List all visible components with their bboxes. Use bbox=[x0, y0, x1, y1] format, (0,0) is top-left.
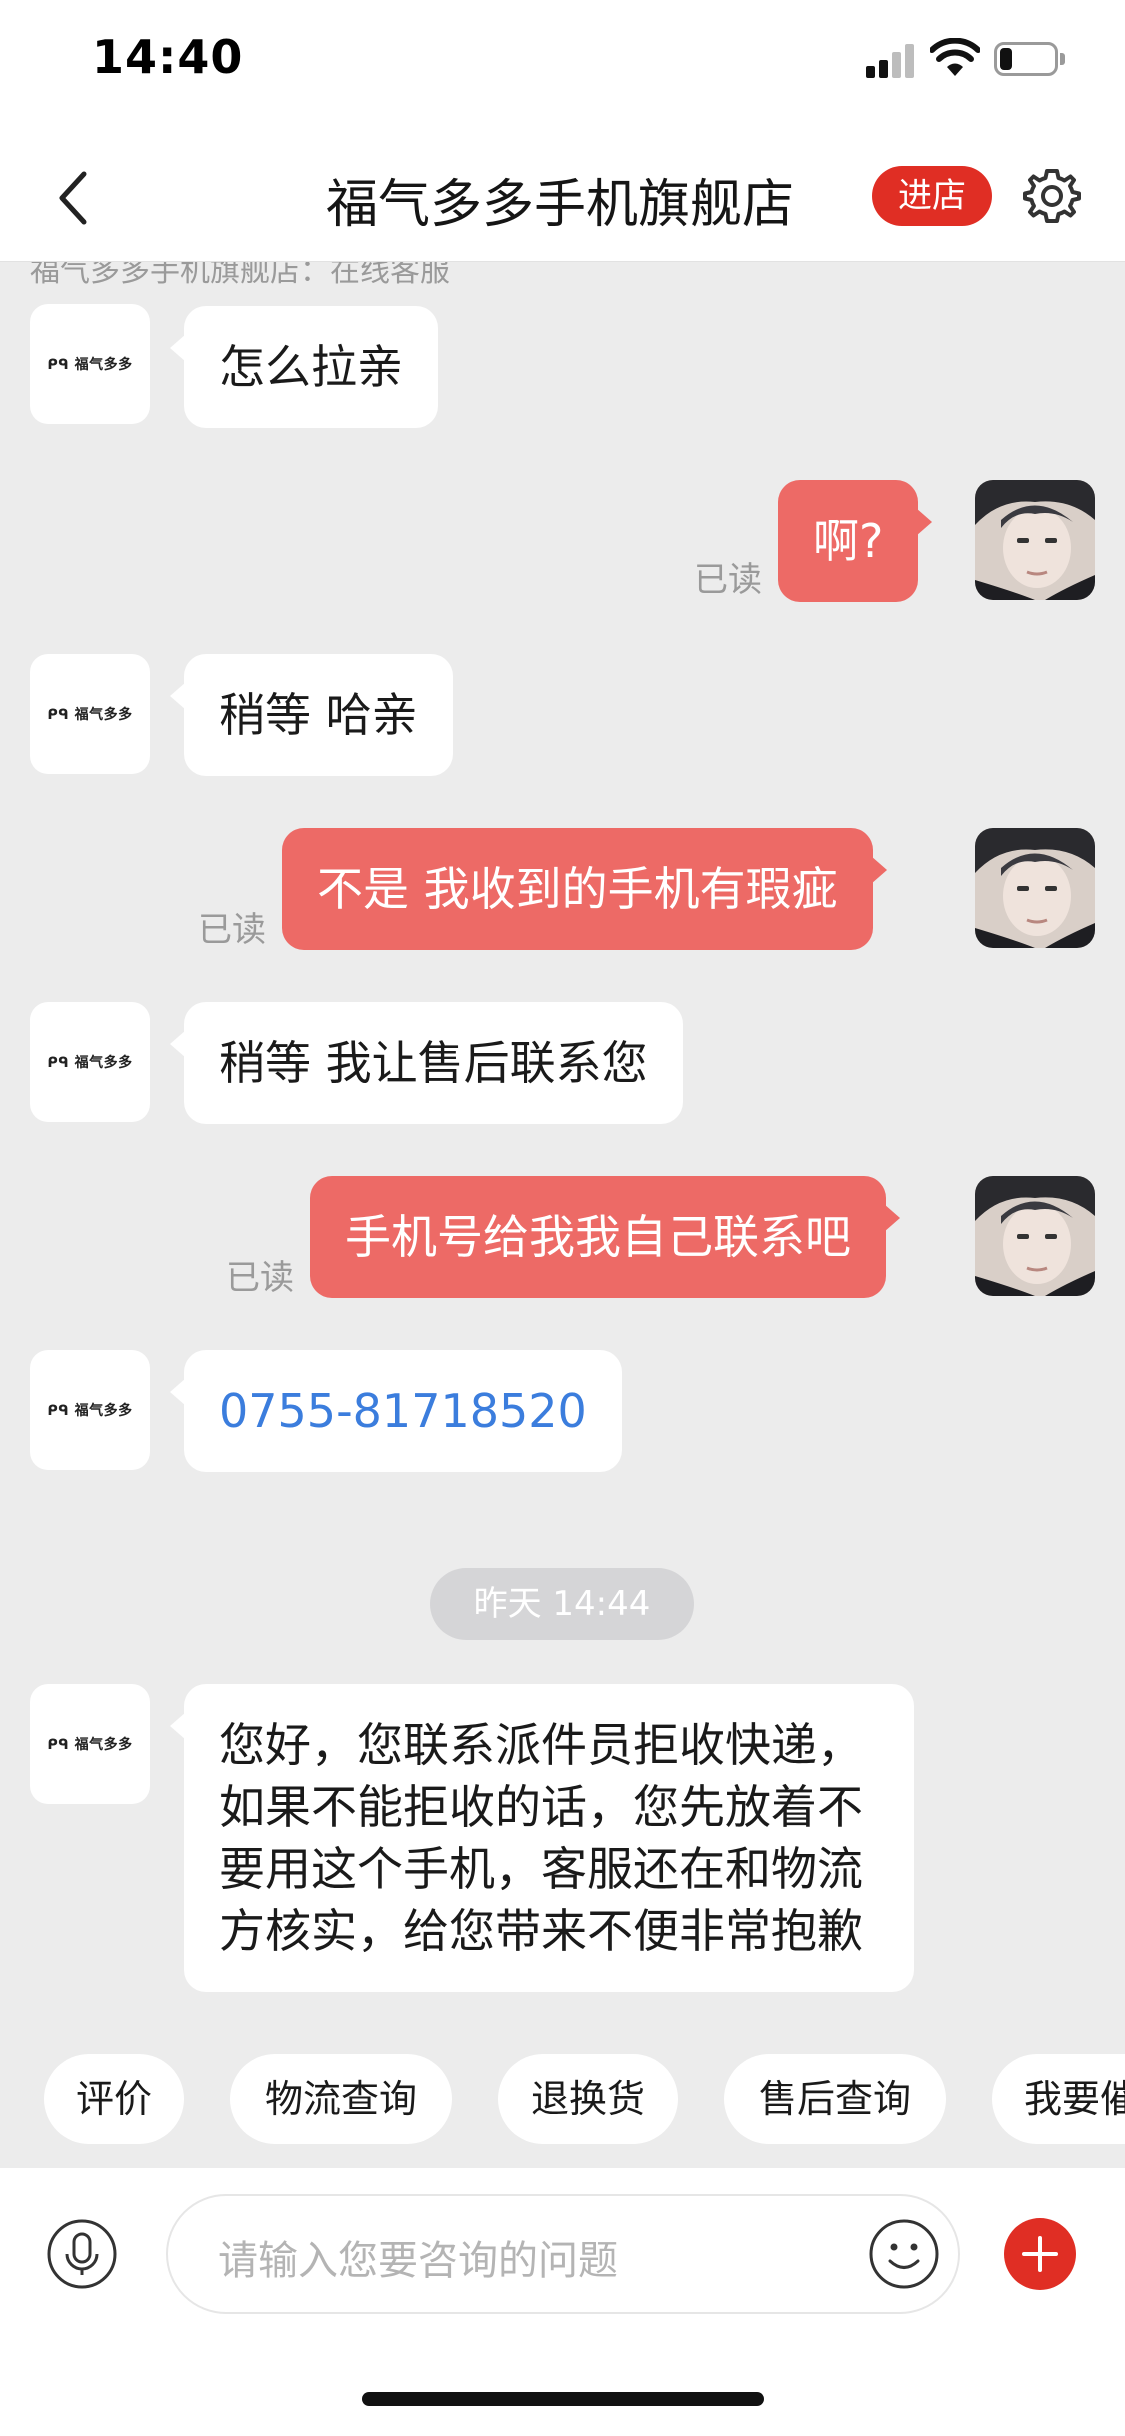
home-indicator bbox=[362, 2392, 764, 2406]
shop-name-caption: 福气多多手机旗舰店：在线客服 bbox=[30, 262, 450, 289]
message-bubble-incoming[interactable]: 稍等 哈亲 bbox=[170, 654, 453, 776]
status-time: 14:40 bbox=[92, 30, 244, 84]
gear-icon[interactable] bbox=[1020, 164, 1084, 228]
microphone-icon[interactable] bbox=[46, 2218, 118, 2290]
smiley-icon[interactable] bbox=[868, 2218, 940, 2290]
shop-avatar[interactable]: ᑭᑫ 福气多多 bbox=[30, 1684, 150, 1804]
page-title: 福气多多手机旗舰店 bbox=[325, 175, 794, 235]
shop-logo: ᑭᑫ 福气多多 bbox=[47, 357, 133, 373]
shop-logo: ᑭᑫ 福气多多 bbox=[47, 1403, 133, 1419]
shop-logo: ᑭᑫ 福气多多 bbox=[47, 707, 133, 723]
chat-screen: 14:40 福气多多手机旗舰店 进店 福气多多手机旗舰店：在线客服 ᑭᑫ 福气多… bbox=[0, 0, 1125, 2436]
wifi-icon bbox=[930, 38, 980, 76]
message-bubble-outgoing[interactable]: 啊? bbox=[778, 480, 933, 602]
battery-icon bbox=[994, 42, 1066, 78]
message-input[interactable]: 请输入您要咨询的问题 bbox=[166, 2194, 960, 2314]
nav-bar: 福气多多手机旗舰店 进店 bbox=[0, 132, 1125, 262]
message-bubble-incoming[interactable]: 怎么拉亲 bbox=[170, 306, 438, 428]
shop-avatar[interactable]: ᑭᑫ 福气多多 bbox=[30, 654, 150, 774]
chevron-left-icon[interactable] bbox=[50, 168, 100, 228]
quick-reply-review[interactable]: 评价 bbox=[44, 2054, 184, 2144]
shop-avatar[interactable]: ᑭᑫ 福气多多 bbox=[30, 1002, 150, 1122]
read-receipt: 已读 bbox=[694, 560, 762, 600]
shop-logo: ᑭᑫ 福气多多 bbox=[47, 1055, 133, 1071]
quick-reply-after-sales[interactable]: 售后查询 bbox=[724, 2054, 946, 2144]
read-receipt: 已读 bbox=[226, 1258, 294, 1298]
user-avatar[interactable] bbox=[975, 828, 1095, 948]
read-receipt: 已读 bbox=[198, 910, 266, 950]
quick-reply-logistics[interactable]: 物流查询 bbox=[230, 2054, 452, 2144]
message-bubble-outgoing[interactable]: 不是 我收到的手机有瑕疵 bbox=[282, 828, 887, 950]
cellular-signal-icon bbox=[866, 44, 916, 78]
shop-avatar[interactable]: ᑭᑫ 福气多多 bbox=[30, 304, 150, 424]
time-divider: 昨天 14:44 bbox=[430, 1568, 694, 1640]
enter-store-button[interactable]: 进店 bbox=[872, 166, 992, 226]
chat-message-list[interactable]: 福气多多手机旗舰店：在线客服 ᑭᑫ 福气多多 怎么拉亲 已读 啊? ᑭᑫ 福气多… bbox=[0, 262, 1125, 2032]
plus-icon[interactable] bbox=[1004, 2218, 1076, 2290]
shop-avatar[interactable]: ᑭᑫ 福气多多 bbox=[30, 1350, 150, 1470]
quick-reply-urge[interactable]: 我要催 bbox=[992, 2054, 1125, 2144]
user-avatar[interactable] bbox=[975, 480, 1095, 600]
input-placeholder: 请输入您要咨询的问题 bbox=[218, 2238, 618, 2284]
shop-logo: ᑭᑫ 福气多多 bbox=[47, 1737, 133, 1753]
message-bubble-outgoing[interactable]: 手机号给我我自己联系吧 bbox=[310, 1176, 900, 1298]
user-avatar[interactable] bbox=[975, 1176, 1095, 1296]
message-bubble-incoming[interactable]: 您好，您联系派件员拒收快递，如果不能拒收的话，您先放着不要用这个手机，客服还在和… bbox=[170, 1684, 914, 1992]
status-bar: 14:40 bbox=[0, 0, 1125, 132]
quick-reply-bar: 评价 物流查询 退换货 售后查询 我要催 bbox=[0, 2032, 1125, 2168]
message-bubble-incoming[interactable]: 稍等 我让售后联系您 bbox=[170, 1002, 683, 1124]
phone-number-link[interactable]: 0755-81718520 bbox=[170, 1350, 622, 1472]
input-bar: 请输入您要咨询的问题 bbox=[0, 2168, 1125, 2436]
quick-reply-return-exchange[interactable]: 退换货 bbox=[498, 2054, 678, 2144]
